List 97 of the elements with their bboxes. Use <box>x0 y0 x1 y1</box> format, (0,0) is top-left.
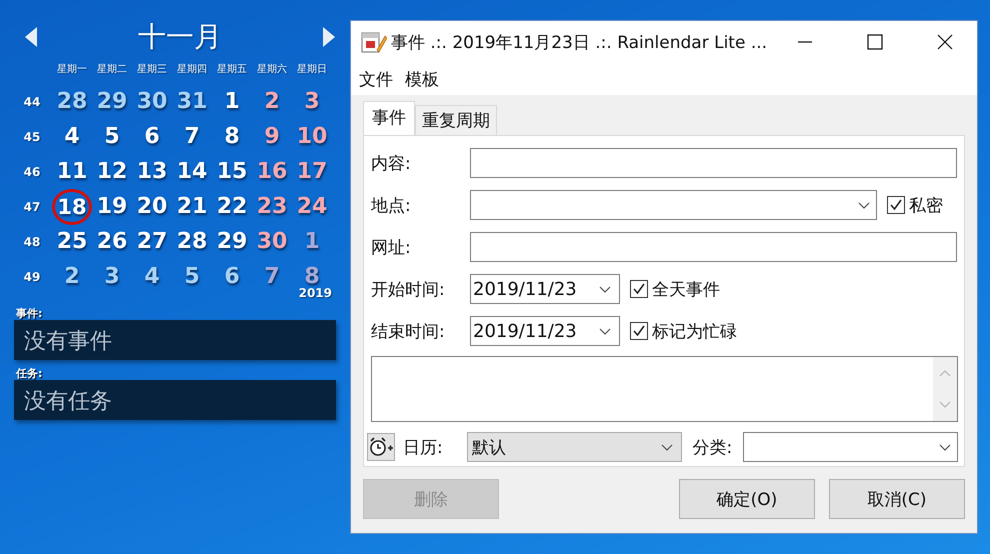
field-label: 日历: <box>402 436 444 458</box>
calendar-date[interactable]: 14 <box>174 156 210 186</box>
calendar-date[interactable]: 8 <box>222 122 242 152</box>
calendar-date[interactable]: 21 <box>174 192 210 222</box>
calendar-date[interactable]: 30 <box>254 226 290 256</box>
category-dropdown[interactable] <box>743 432 958 462</box>
calendar-date[interactable]: 6 <box>142 122 162 152</box>
calendar-date[interactable]: 2 <box>62 262 82 292</box>
weekday-label: 星期六 <box>256 62 288 76</box>
alarm-clock-icon <box>368 437 393 457</box>
input-field[interactable] <box>470 232 957 262</box>
previous-month-icon[interactable] <box>24 26 38 48</box>
checkbox[interactable]: 标记为忙碌 <box>630 320 737 342</box>
next-month-icon[interactable] <box>322 26 336 48</box>
weekday-label: 星期日 <box>296 62 328 76</box>
window-title: 事件 .:. 2019年11月23日 .:. Rainlendar Lite ... <box>390 32 768 54</box>
month-title: 十一月 <box>138 19 222 55</box>
checkmark-icon <box>632 282 646 296</box>
week-number: 47 <box>22 200 42 214</box>
field-label: 地点: <box>371 194 412 216</box>
weekday-label: 星期二 <box>96 62 128 76</box>
panel-label: 任务: <box>16 366 42 381</box>
calendar-date[interactable]: 31 <box>174 86 210 116</box>
input-field[interactable] <box>470 148 957 178</box>
today-date[interactable]: 18 <box>52 188 92 224</box>
calendar-pencil-icon <box>361 30 387 54</box>
calendar-date[interactable]: 4 <box>142 262 162 292</box>
calendar-date[interactable]: 27 <box>134 226 170 256</box>
date-picker[interactable]: 2019/11/23 <box>470 274 620 304</box>
menu-item[interactable]: 模板 <box>405 68 439 90</box>
calendar-date[interactable]: 24 <box>294 192 330 222</box>
calendar-date[interactable]: 23 <box>254 192 290 222</box>
calendar-date[interactable]: 20 <box>134 192 170 222</box>
weekday-label: 星期四 <box>176 62 208 76</box>
calendar-date[interactable]: 6 <box>222 262 242 292</box>
calendar-date[interactable]: 29 <box>214 226 250 256</box>
alarm-button[interactable] <box>367 433 395 461</box>
year-label: 2019 <box>298 286 332 300</box>
maximize-icon[interactable] <box>867 34 884 50</box>
calendar-date[interactable]: 28 <box>54 86 90 116</box>
calendar-date[interactable]: 30 <box>134 86 170 116</box>
menu-item[interactable]: 文件 <box>359 68 393 90</box>
close-icon[interactable] <box>937 34 953 50</box>
calendar-date[interactable]: 15 <box>214 156 250 186</box>
calendar-date[interactable]: 12 <box>94 156 130 186</box>
calendar-date[interactable]: 22 <box>214 192 250 222</box>
combo-box[interactable] <box>470 190 877 220</box>
tab[interactable]: 重复周期 <box>415 105 497 135</box>
calendar-date[interactable]: 4 <box>62 122 82 152</box>
chevron-down-icon <box>858 202 870 208</box>
calendar-date[interactable]: 29 <box>94 86 130 116</box>
field-label: 网址: <box>371 236 412 258</box>
checkmark-icon <box>632 324 646 338</box>
week-number: 45 <box>22 130 42 144</box>
calendar-date[interactable]: 7 <box>182 122 202 152</box>
chevron-down-icon <box>599 328 611 334</box>
checkmark-icon <box>889 198 903 212</box>
weekday-label: 星期五 <box>216 62 248 76</box>
field-label: 结束时间: <box>371 320 446 342</box>
panel-label: 事件: <box>16 306 42 321</box>
date-picker[interactable]: 2019/11/23 <box>470 316 620 346</box>
calendar-date[interactable]: 17 <box>294 156 330 186</box>
chevron-down-icon <box>599 286 611 292</box>
tab[interactable]: 事件 <box>363 101 415 135</box>
field-label: 分类: <box>692 436 734 458</box>
week-number: 49 <box>22 270 42 284</box>
dialog-button[interactable]: 确定(O) <box>679 479 815 519</box>
calendar-date[interactable]: 3 <box>302 86 322 116</box>
calendar-date[interactable]: 28 <box>174 226 210 256</box>
calendar-date[interactable]: 13 <box>134 156 170 186</box>
empty-message: 没有事件 <box>24 328 112 356</box>
chevron-down-icon <box>939 444 951 450</box>
weekday-label: 星期三 <box>136 62 168 76</box>
checkbox[interactable]: 私密 <box>887 194 943 216</box>
calendar-date[interactable]: 2 <box>262 86 282 116</box>
field-label: 开始时间: <box>371 278 446 300</box>
calendar-date[interactable]: 10 <box>294 122 330 152</box>
week-number: 48 <box>22 234 42 248</box>
calendar-date[interactable]: 3 <box>102 262 122 292</box>
calendar-date[interactable]: 11 <box>54 156 90 186</box>
calendar-date[interactable]: 19 <box>94 192 130 222</box>
week-number: 44 <box>22 94 42 108</box>
calendar-date[interactable]: 5 <box>102 122 122 152</box>
week-number: 46 <box>22 164 42 178</box>
calendar-date[interactable]: 16 <box>254 156 290 186</box>
calendar-date[interactable]: 25 <box>54 226 90 256</box>
calendar-date[interactable]: 5 <box>182 262 202 292</box>
calendar-date[interactable]: 9 <box>262 122 282 152</box>
checkbox[interactable]: 全天事件 <box>630 278 720 300</box>
chevron-down-icon <box>661 444 674 450</box>
weekday-label: 星期一 <box>56 62 88 76</box>
calendar-dropdown[interactable]: 默认 <box>466 432 682 462</box>
calendar-date[interactable]: 26 <box>94 226 130 256</box>
calendar-date[interactable]: 1 <box>222 86 242 116</box>
empty-message: 没有任务 <box>24 388 112 416</box>
dialog-button[interactable]: 取消(C) <box>829 479 965 519</box>
field-label: 内容: <box>371 152 412 174</box>
